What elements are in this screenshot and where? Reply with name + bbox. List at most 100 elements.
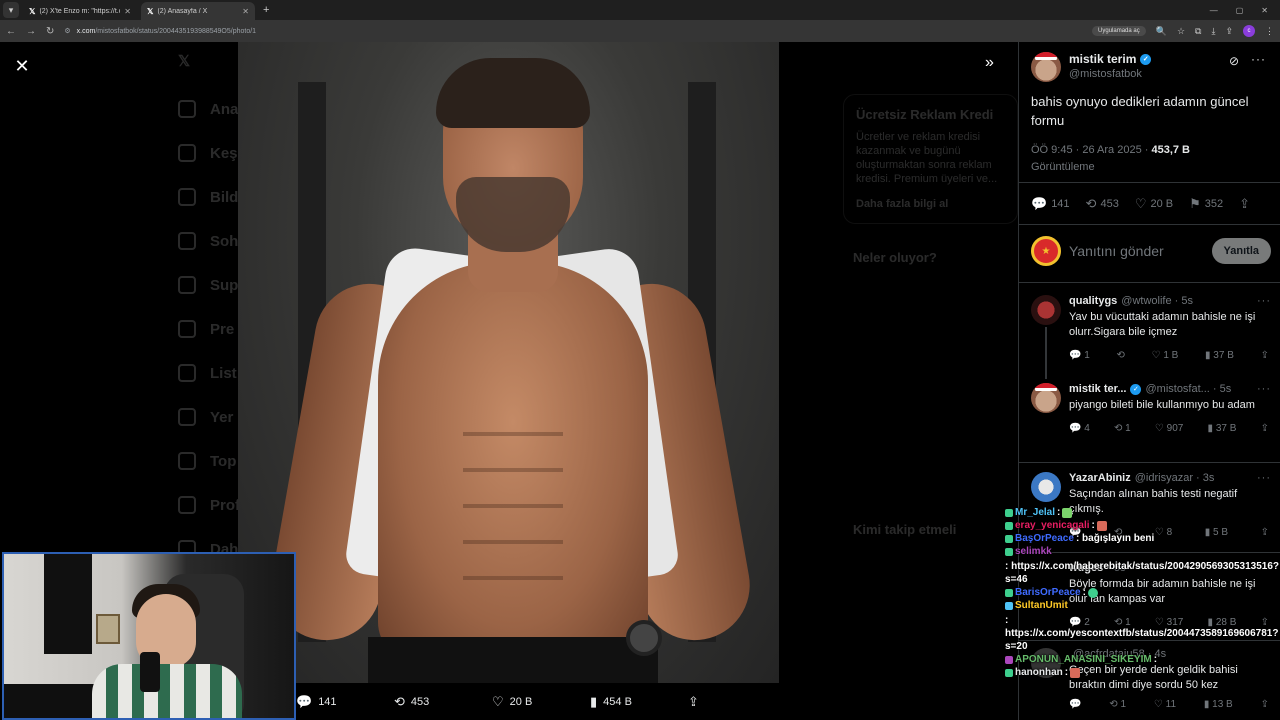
reply-button[interactable]: 💬 141 — [1031, 196, 1070, 212]
repost-button[interactable]: ⟲ — [1116, 350, 1124, 361]
stream-chat-overlay: Mr_Jelal: eray_yenicagali: BaşOrPeace: b… — [1005, 506, 1280, 679]
bg-x-logo: 𝕏 — [178, 53, 191, 70]
repost-button[interactable]: ⟲ 1 — [1114, 423, 1131, 434]
share-icon[interactable]: ⇪ — [1261, 699, 1269, 710]
new-tab-button[interactable]: + — [263, 4, 269, 16]
views-button[interactable]: ▮ 37 B — [1205, 350, 1234, 361]
share-icon[interactable]: ⇪ — [1261, 350, 1269, 361]
site-info-icon[interactable]: ⚙ — [64, 27, 70, 35]
extensions-icon[interactable]: ⧉ — [1195, 26, 1201, 37]
reload-icon[interactable]: ↻ — [46, 26, 54, 37]
bg-nav-item: Soh — [178, 232, 238, 250]
tab-title: (2) X'te Enzo m: "https://t.co/c... — [39, 7, 120, 15]
photo-reply-button[interactable]: 💬 141 — [296, 694, 394, 710]
tweet-text: bahis oynuyo dedikleri adamın güncel for… — [1031, 94, 1249, 128]
reply-item[interactable]: qualitygs @wtwolife · 5s ··· Yav bu vücutt… — [1031, 295, 1271, 361]
bookmark-star-icon[interactable]: ☆ — [1177, 26, 1185, 37]
bg-whats-happening: Neler oluyor? — [853, 250, 937, 265]
views-button[interactable]: ▮ 13 B — [1204, 699, 1233, 710]
forward-icon[interactable]: → — [26, 26, 36, 37]
reply-button[interactable]: 💬 — [1069, 699, 1081, 710]
views-icon: ▮ — [590, 693, 598, 709]
browser-menu-icon[interactable]: ⋮ — [1265, 26, 1274, 37]
chat-badge-icon — [1005, 588, 1013, 597]
more-icon[interactable]: ··· — [1257, 295, 1271, 307]
maximize-icon[interactable]: ▢ — [1236, 6, 1244, 15]
reply-input[interactable]: Yanıtını gönder — [1069, 243, 1204, 259]
reply-submit-button[interactable]: Yanıtla — [1211, 238, 1271, 264]
open-in-app-button[interactable]: Uygulamada aç — [1092, 26, 1146, 36]
window-close-icon[interactable]: ✕ — [1261, 6, 1268, 15]
grok-icon[interactable]: ⊘ — [1229, 54, 1239, 68]
chat-badge-icon — [1005, 508, 1013, 517]
tweet-stats: 💬 141 ⟲ 453 ♡ 20 B ⚑ 352 ⇪ — [1031, 196, 1271, 212]
tab-close-icon[interactable]: ✕ — [124, 7, 131, 16]
tweet-author[interactable]: mistik terim ✓ @mistosfatbok — [1031, 52, 1152, 82]
repost-button[interactable]: ⟲ 453 — [1086, 196, 1119, 212]
emote-icon — [1096, 520, 1107, 531]
url-field[interactable]: ⚙ x.com/mistosfatbok/status/200443519398… — [64, 27, 256, 36]
share-icon: ⇪ — [1239, 196, 1251, 211]
chat-message: BaşOrPeace: bağışlayın beni — [1005, 532, 1280, 545]
repost-icon: ⟲ — [394, 693, 405, 709]
chat-message: SultanUmit: https://x.com/yescontextfb/s… — [1005, 599, 1280, 653]
tab-close-icon[interactable]: ✕ — [242, 7, 249, 16]
avatar[interactable] — [1031, 383, 1061, 413]
chat-message: selimkk: https://x.com/haberebitak/statu… — [1005, 545, 1280, 586]
like-button[interactable]: ♡ 907 — [1155, 423, 1183, 434]
photo-like-button[interactable]: ♡ 20 B — [492, 694, 590, 710]
more-icon[interactable]: ··· — [1257, 383, 1271, 395]
zoom-icon[interactable]: 🔍 — [1156, 26, 1167, 37]
divider — [1019, 462, 1280, 463]
bg-nav-item: Bild — [178, 188, 238, 206]
browser-tab-1[interactable]: 𝕏 (2) X'te Enzo m: "https://t.co/c... ✕ — [23, 2, 137, 20]
microphone-icon — [140, 652, 160, 692]
browser-tab-2[interactable]: 𝕏 (2) Anasayfa / X ✕ — [141, 2, 255, 20]
reply-button[interactable]: 💬 1 — [1069, 350, 1090, 361]
downloads-icon[interactable]: ⤓ — [1211, 26, 1215, 37]
url-host: x.com — [76, 27, 96, 35]
author-handle[interactable]: @mistosfatbok — [1069, 68, 1151, 80]
chat-text: : — [1082, 587, 1086, 598]
more-icon[interactable]: ··· — [1251, 52, 1266, 66]
back-icon[interactable]: ← — [6, 26, 16, 37]
tweet-photo[interactable] — [238, 42, 779, 683]
chat-text: : https://x.com/yescontextfb/status/2004… — [1005, 615, 1279, 652]
photo-share-button[interactable]: ⇪ — [688, 694, 718, 710]
author-name[interactable]: mistik terim — [1069, 52, 1136, 66]
photo-repost-button[interactable]: ⟲ 453 — [394, 694, 492, 710]
more-icon[interactable]: ··· — [1257, 472, 1271, 484]
avatar[interactable] — [1031, 52, 1061, 82]
avatar[interactable] — [1031, 295, 1061, 325]
collapse-panel-icon[interactable]: » — [985, 54, 1005, 74]
reply-author[interactable]: qualitygs — [1069, 295, 1117, 307]
views-button[interactable]: ▮ 37 B — [1208, 423, 1237, 434]
tab-list-button[interactable]: ▾ — [3, 2, 19, 18]
divider — [1019, 182, 1280, 183]
reply-author[interactable]: YazarAbiniz — [1069, 472, 1131, 484]
tweet-timestamp[interactable]: ÖÖ 9:45 · 26 Ara 2025 · — [1031, 144, 1151, 156]
bg-nav-item: Top — [178, 452, 236, 470]
photo-views-button[interactable]: ▮ 454 B — [590, 694, 688, 710]
reply-stats: 💬 1 ⟲ ♡ 1 B ▮ 37 B ⇪ — [1069, 350, 1271, 361]
repost-button[interactable]: ⟲ 1 — [1109, 699, 1126, 710]
reply-icon: 💬 — [1031, 196, 1048, 211]
close-icon[interactable]: ✕ — [12, 56, 32, 76]
bookmark-button[interactable]: ⚑ 352 — [1189, 196, 1223, 212]
like-button[interactable]: ♡ 11 — [1154, 699, 1176, 710]
reply-icon: 💬 — [296, 693, 313, 709]
browser-toolbar-right: Uygulamada aç 🔍 ☆ ⧉ ⤓ ⇪ c ⋮ — [1092, 25, 1274, 37]
chat-text: : https://x.com/haberebitak/status/20042… — [1005, 561, 1280, 585]
share-icon[interactable]: ⇪ — [1261, 423, 1269, 434]
share-button[interactable]: ⇪ — [1239, 196, 1250, 212]
tab-title: (2) Anasayfa / X — [157, 7, 208, 15]
share-icon[interactable]: ⇪ — [1225, 26, 1233, 37]
like-button[interactable]: ♡ 20 B — [1135, 196, 1173, 212]
minimize-icon[interactable]: — — [1210, 6, 1218, 15]
profile-avatar[interactable]: c — [1243, 25, 1255, 37]
like-button[interactable]: ♡ 1 B — [1152, 350, 1179, 361]
avatar[interactable] — [1031, 472, 1061, 502]
reply-button[interactable]: 💬 4 — [1069, 423, 1090, 434]
reply-author[interactable]: mistik ter... — [1069, 383, 1126, 395]
reply-item[interactable]: mistik ter... ✓ @mistosfat... · 5s ··· piya… — [1031, 383, 1271, 434]
